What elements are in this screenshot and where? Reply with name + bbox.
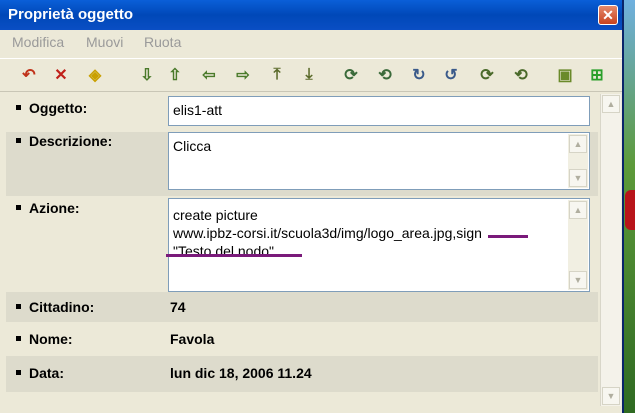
- raise-icon[interactable]: ⤒: [266, 64, 288, 86]
- cube-icon[interactable]: ◈: [84, 64, 106, 86]
- main-scroll-down-button[interactable]: ▼: [602, 387, 620, 405]
- menu-muovi[interactable]: Muovi: [86, 34, 123, 50]
- scroll-up-button[interactable]: ▲: [569, 135, 587, 153]
- scroll-down-button[interactable]: ▼: [569, 271, 587, 289]
- rotate-5-icon[interactable]: ⟳: [476, 64, 498, 86]
- data-label: Data:: [16, 365, 64, 381]
- oggetto-label: Oggetto:: [16, 100, 87, 116]
- row-azione: Azione: create picture www.ipbz-corsi.it…: [6, 196, 598, 292]
- cittadino-label: Cittadino:: [16, 299, 94, 315]
- descrizione-textarea[interactable]: Clicca ▲ ▼: [168, 132, 590, 190]
- properties-window: Proprietà oggetto ✕ Modifica Muovi Ruota…: [0, 0, 624, 413]
- desktop-background-object: [625, 190, 635, 230]
- delete-icon[interactable]: ✕: [50, 64, 72, 86]
- move-down-icon[interactable]: ⇩: [136, 64, 158, 86]
- rotate-3-icon[interactable]: ↻: [408, 64, 430, 86]
- close-button[interactable]: ✕: [598, 5, 618, 25]
- scroll-down-button[interactable]: ▼: [569, 169, 587, 187]
- row-oggetto: Oggetto: elis1-att: [6, 92, 598, 132]
- nome-label: Nome:: [16, 331, 73, 347]
- move-left-icon[interactable]: ⇦: [198, 64, 220, 86]
- row-nome: Nome: Favola: [6, 322, 598, 356]
- rotate-6-icon[interactable]: ⟲: [510, 64, 532, 86]
- scale-icon[interactable]: ▣: [554, 64, 576, 86]
- row-cittadino: Cittadino: 74: [6, 292, 598, 322]
- menu-ruota[interactable]: Ruota: [144, 34, 181, 50]
- data-value: lun dic 18, 2006 11.24: [170, 365, 312, 381]
- oggetto-input[interactable]: elis1-att: [168, 96, 590, 126]
- descrizione-scrollbar[interactable]: ▲ ▼: [568, 134, 588, 188]
- move-up-icon[interactable]: ⇧: [164, 64, 186, 86]
- menu-bar: Modifica Muovi Ruota: [0, 30, 622, 56]
- window-title: Proprietà oggetto: [8, 6, 134, 23]
- toolbar: ↶ ✕ ◈ ⇩ ⇧ ⇦ ⇨ ⤒ ⤓ ⟳ ⟲ ↻ ↺ ⟳ ⟲ ▣ ⊞: [0, 58, 622, 92]
- main-scrollbar[interactable]: ▲ ▼: [600, 94, 621, 406]
- menu-modifica[interactable]: Modifica: [12, 34, 64, 50]
- nome-value: Favola: [170, 331, 215, 347]
- rotate-1-icon[interactable]: ⟳: [340, 64, 362, 86]
- descrizione-label: Descrizione:: [16, 133, 112, 149]
- property-grid: Oggetto: elis1-att Descrizione: Clicca ▲…: [6, 92, 598, 408]
- move-right-icon[interactable]: ⇨: [232, 64, 254, 86]
- azione-scrollbar[interactable]: ▲ ▼: [568, 200, 588, 290]
- main-scroll-up-button[interactable]: ▲: [602, 95, 620, 113]
- row-data: Data: lun dic 18, 2006 11.24: [6, 356, 598, 392]
- select-icon[interactable]: ⊞: [586, 64, 608, 86]
- rotate-2-icon[interactable]: ⟲: [374, 64, 396, 86]
- annotation-underline-sign: [488, 235, 528, 238]
- azione-textarea[interactable]: create picture www.ipbz-corsi.it/scuola3…: [168, 198, 590, 292]
- scroll-up-button[interactable]: ▲: [569, 201, 587, 219]
- cittadino-value: 74: [170, 299, 186, 315]
- row-descrizione: Descrizione: Clicca ▲ ▼: [6, 132, 598, 196]
- azione-label: Azione:: [16, 200, 80, 216]
- annotation-underline-text: [166, 254, 302, 257]
- lower-icon[interactable]: ⤓: [298, 64, 320, 86]
- title-bar[interactable]: Proprietà oggetto ✕: [0, 0, 622, 30]
- undo-icon[interactable]: ↶: [18, 64, 40, 86]
- rotate-4-icon[interactable]: ↺: [440, 64, 462, 86]
